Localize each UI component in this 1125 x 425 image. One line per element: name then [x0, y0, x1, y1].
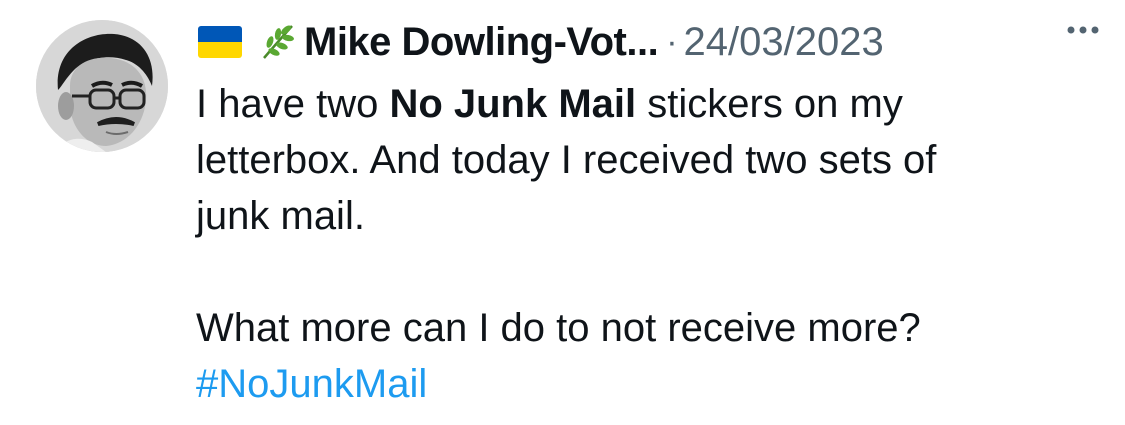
tweet-hashtag-line: #NoJunkMail [196, 356, 1096, 412]
tweet-text: I have two No Junk Mail stickers on my l… [196, 76, 1096, 412]
tweet-text-segment: I have two [196, 82, 390, 126]
tweet-text-line: I have two No Junk Mail stickers on my [196, 76, 1096, 132]
more-horizontal-icon[interactable] [1063, 20, 1103, 40]
tweet-text-segment: stickers on my [636, 82, 903, 126]
hashtag-link[interactable]: #NoJunkMail [196, 362, 427, 406]
author-display-name[interactable]: Mike Dowling-Vot... [304, 20, 659, 65]
tweet-timestamp[interactable]: 24/03/2023 [684, 20, 884, 65]
tweet-header: Mike Dowling-Vot... · 24/03/2023 [198, 14, 1108, 70]
tweet-card[interactable]: Mike Dowling-Vot... · 24/03/2023 I have … [0, 0, 1125, 425]
herb-icon [258, 22, 298, 62]
tweet-text-line: junk mail. [196, 194, 365, 238]
tweet-text-line: What more can I do to not receive more? [196, 306, 921, 350]
ukraine-flag-icon [198, 26, 242, 58]
tweet-text-line: letterbox. And today I received two sets… [196, 138, 937, 182]
avatar[interactable] [36, 20, 168, 152]
tweet-text-bold: No Junk Mail [389, 82, 637, 126]
header-separator: · [666, 22, 678, 61]
